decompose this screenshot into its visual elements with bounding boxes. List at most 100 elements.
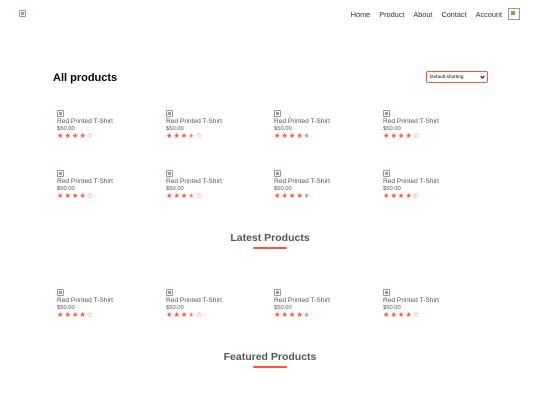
product-image[interactable] xyxy=(166,110,173,117)
star-full-icon: ★ xyxy=(281,191,288,200)
star-full-icon: ★ xyxy=(180,310,188,319)
star-full-icon: ★ xyxy=(173,310,180,319)
nav-link-contact[interactable]: Contact xyxy=(441,10,466,19)
star-half-icon: ★ xyxy=(188,131,195,140)
star-full-icon: ★ xyxy=(296,310,303,319)
star-full-icon: ★ xyxy=(397,310,405,319)
star-full-icon: ★ xyxy=(166,131,173,140)
nav-link-about[interactable]: About xyxy=(413,10,432,19)
product-name[interactable]: Red Printed T-Shirt xyxy=(57,178,147,186)
star-full-icon: ★ xyxy=(180,131,188,140)
cart-icon[interactable] xyxy=(508,8,520,20)
product-row-all-1: Red Printed T-Shirt $50.00 ★ ★ ★ ★ ☆ Red Printe… xyxy=(0,110,540,144)
star-full-icon: ★ xyxy=(71,310,79,319)
star-full-icon: ★ xyxy=(57,310,64,319)
star-full-icon: ★ xyxy=(173,131,180,140)
star-full-icon: ★ xyxy=(57,191,64,200)
star-full-icon: ★ xyxy=(274,131,281,140)
star-empty-icon: ☆ xyxy=(412,310,420,319)
product-card[interactable]: Red Printed T-Shirt $50.00 ★ ★ ★ ★ ★ xyxy=(274,110,364,140)
rating-stars: ★ ★ ★ ★ ☆ xyxy=(166,311,256,319)
star-empty-icon: ☆ xyxy=(86,191,94,200)
product-card[interactable]: Red Printed T-Shirt $50.00 ★ ★ ★ ★ ☆ xyxy=(57,289,147,319)
product-image[interactable] xyxy=(166,289,173,296)
star-full-icon: ★ xyxy=(166,191,173,200)
product-card[interactable]: Red Printed T-Shirt $50.00 ★ ★ ★ ★ ☆ xyxy=(57,170,147,200)
logo-image[interactable] xyxy=(19,10,26,17)
star-full-icon: ★ xyxy=(288,131,296,140)
star-full-icon: ★ xyxy=(274,310,281,319)
star-half-icon: ★ xyxy=(303,131,311,140)
product-image[interactable] xyxy=(166,170,173,177)
product-name[interactable]: Red Printed T-Shirt xyxy=(274,297,364,305)
product-card[interactable]: Red Printed T-Shirt $50.00 ★ ★ ★ ★ ☆ xyxy=(166,170,256,200)
product-name[interactable]: Red Printed T-Shirt xyxy=(166,297,256,305)
product-name[interactable]: Red Printed T-Shirt xyxy=(57,297,147,305)
sort-select[interactable]: Default shorting xyxy=(426,71,488,83)
product-image[interactable] xyxy=(383,289,390,296)
star-full-icon: ★ xyxy=(166,310,173,319)
product-name[interactable]: Red Printed T-Shirt xyxy=(57,118,147,126)
star-half-icon: ★ xyxy=(303,191,311,200)
page-title: All products xyxy=(53,72,118,84)
product-card[interactable]: Red Printed T-Shirt $50.00 ★ ★ ★ ★ ☆ xyxy=(57,110,147,140)
product-name[interactable]: Red Printed T-Shirt xyxy=(274,118,364,126)
star-full-icon: ★ xyxy=(274,191,281,200)
product-name[interactable]: Red Printed T-Shirt xyxy=(383,118,473,126)
product-image[interactable] xyxy=(274,170,281,177)
rating-stars: ★ ★ ★ ★ ☆ xyxy=(166,192,256,200)
latest-products-title: Latest Products xyxy=(230,232,310,244)
star-full-icon: ★ xyxy=(390,191,397,200)
rating-stars: ★ ★ ★ ★ ☆ xyxy=(383,311,473,319)
rating-stars: ★ ★ ★ ★ ★ xyxy=(274,311,364,319)
nav-link-home[interactable]: Home xyxy=(351,10,370,19)
star-full-icon: ★ xyxy=(296,131,303,140)
rating-stars: ★ ★ ★ ★ ☆ xyxy=(57,311,147,319)
star-half-icon: ★ xyxy=(303,310,311,319)
latest-products-underline xyxy=(253,247,287,249)
star-full-icon: ★ xyxy=(288,310,296,319)
product-name[interactable]: Red Printed T-Shirt xyxy=(166,178,256,186)
rating-stars: ★ ★ ★ ★ ★ xyxy=(274,132,364,140)
star-full-icon: ★ xyxy=(390,310,397,319)
product-image[interactable] xyxy=(57,170,64,177)
product-card[interactable]: Red Printed T-Shirt $50.00 ★ ★ ★ ★ ☆ xyxy=(166,289,256,319)
product-image[interactable] xyxy=(383,110,390,117)
nav-link-product[interactable]: Product xyxy=(379,10,404,19)
rating-stars: ★ ★ ★ ★ ☆ xyxy=(383,132,473,140)
product-card[interactable]: Red Printed T-Shirt $50.00 ★ ★ ★ ★ ★ xyxy=(274,170,364,200)
star-full-icon: ★ xyxy=(173,191,180,200)
main-nav: Home Product About Contact Account xyxy=(342,8,520,20)
product-card[interactable]: Red Printed T-Shirt $50.00 ★ ★ ★ ★ ★ xyxy=(274,289,364,319)
rating-stars: ★ ★ ★ ★ ★ xyxy=(274,192,364,200)
product-name[interactable]: Red Printed T-Shirt xyxy=(166,118,256,126)
product-image[interactable] xyxy=(383,170,390,177)
product-image[interactable] xyxy=(57,289,64,296)
rating-stars: ★ ★ ★ ★ ☆ xyxy=(166,132,256,140)
product-image[interactable] xyxy=(274,289,281,296)
product-image[interactable] xyxy=(274,110,281,117)
star-full-icon: ★ xyxy=(64,131,71,140)
product-image[interactable] xyxy=(57,110,64,117)
star-full-icon: ★ xyxy=(79,191,86,200)
star-full-icon: ★ xyxy=(57,131,64,140)
star-full-icon: ★ xyxy=(383,131,390,140)
product-card[interactable]: Red Printed T-Shirt $50.00 ★ ★ ★ ★ ☆ xyxy=(166,110,256,140)
product-card[interactable]: Red Printed T-Shirt $50.00 ★ ★ ★ ★ ☆ xyxy=(383,110,473,140)
star-full-icon: ★ xyxy=(405,131,412,140)
product-card[interactable]: Red Printed T-Shirt $50.00 ★ ★ ★ ★ ☆ xyxy=(383,170,473,200)
product-name[interactable]: Red Printed T-Shirt xyxy=(274,178,364,186)
star-full-icon: ★ xyxy=(390,131,397,140)
star-empty-icon: ☆ xyxy=(195,310,203,319)
product-name[interactable]: Red Printed T-Shirt xyxy=(383,178,473,186)
product-row-latest: Red Printed T-Shirt $50.00 ★ ★ ★ ★ ☆ Red Printe… xyxy=(0,289,540,323)
product-row-all-2: Red Printed T-Shirt $50.00 ★ ★ ★ ★ ☆ Red Printe… xyxy=(0,170,540,204)
star-full-icon: ★ xyxy=(405,191,412,200)
star-empty-icon: ☆ xyxy=(86,131,94,140)
product-card[interactable]: Red Printed T-Shirt $50.00 ★ ★ ★ ★ ☆ xyxy=(383,289,473,319)
star-empty-icon: ☆ xyxy=(195,131,203,140)
chevron-down-icon xyxy=(480,74,485,79)
nav-link-account[interactable]: Account xyxy=(476,10,502,19)
star-half-icon: ★ xyxy=(188,310,195,319)
product-name[interactable]: Red Printed T-Shirt xyxy=(383,297,473,305)
